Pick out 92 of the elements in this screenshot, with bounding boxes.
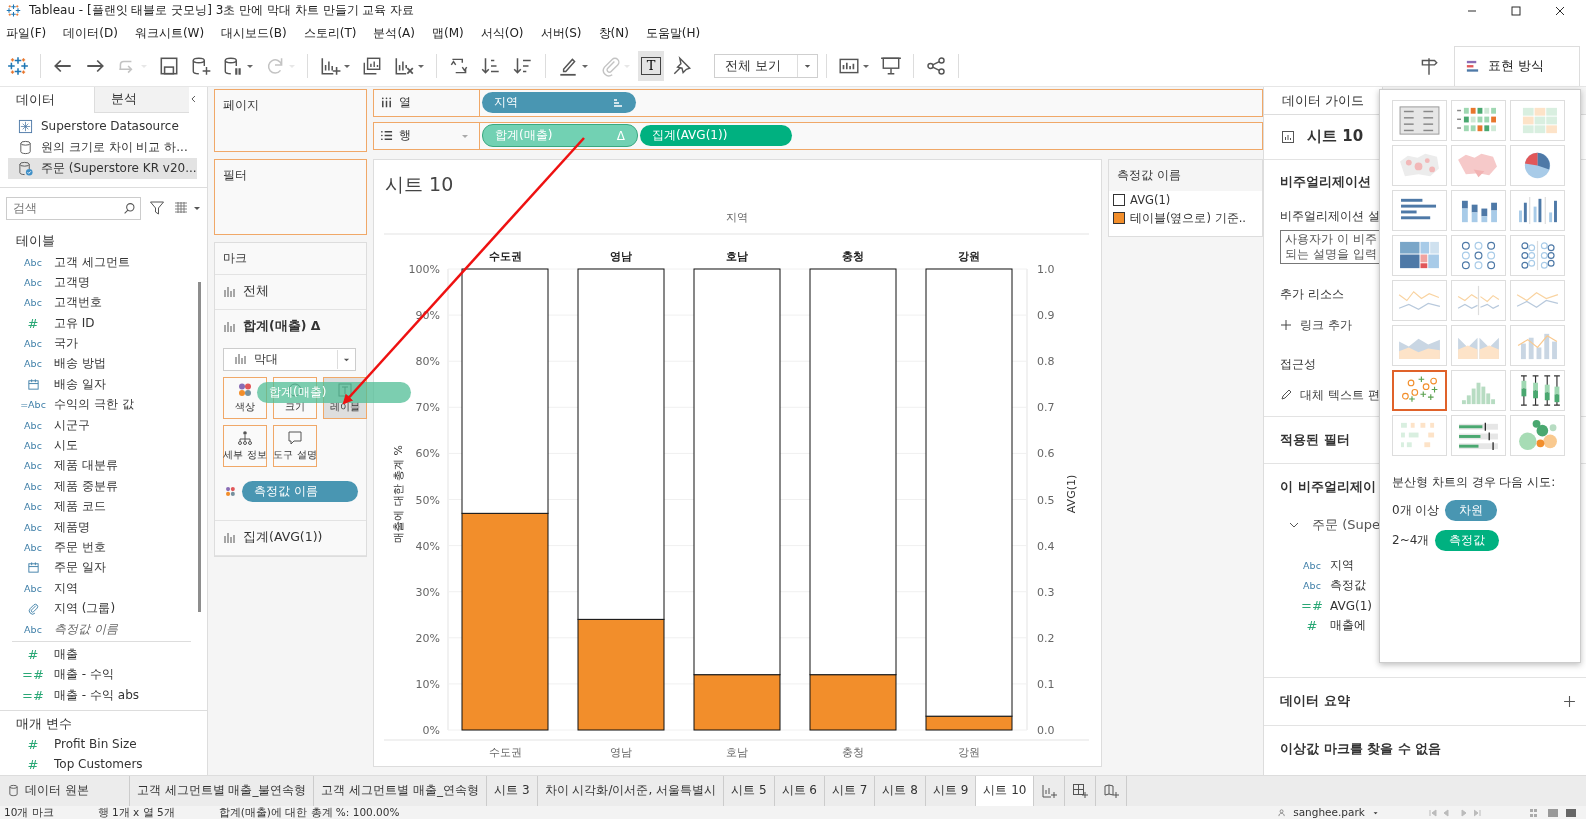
section-heading: 비주얼리제이션	[1280, 172, 1371, 191]
requirement-count: 0개 이상	[1392, 502, 1440, 519]
field-type-icon: #	[18, 736, 48, 752]
hint-text: 분산형 차트의 경우 다음 시도:	[1392, 474, 1557, 491]
section-heading: 매개 변수	[15, 714, 74, 733]
field-type-icon: Abc	[1300, 560, 1324, 572]
field-type-icon: #	[18, 315, 48, 331]
field-type-icon: Abc	[18, 480, 48, 492]
axis-tick-label: 50%	[415, 493, 440, 507]
field-type-icon: Abc	[18, 501, 48, 513]
axis-tick-label: 60%	[415, 447, 440, 461]
status-text: 10개 마크	[4, 806, 54, 819]
header-title: 지역	[726, 210, 748, 224]
axis-tick-label: 30%	[415, 585, 440, 599]
field-type-icon: #	[18, 646, 48, 662]
field-type-icon: Abc	[18, 541, 48, 553]
column-header: 강원	[958, 249, 980, 263]
subheading: 접근성	[1280, 355, 1316, 373]
status-text: 행 1개 x 열 5개	[97, 806, 175, 819]
drag-preview-tooltip: 합계(매출)	[257, 382, 411, 403]
status-text: 합계(매출)에 대한 총계 %: 100.00%	[218, 806, 400, 819]
axis-tick-label: 1.0	[1037, 262, 1055, 276]
field-type-icon: Abc	[18, 623, 48, 635]
sheet-name: 시트 10	[1307, 127, 1364, 147]
field-type-icon: Abc	[18, 419, 48, 431]
field-item: Abc 측정값	[1280, 575, 1366, 596]
field-item: Abc 지역	[1280, 555, 1354, 576]
field-type-icon: Abc	[18, 276, 48, 288]
axis-tick-label: 10%	[415, 677, 440, 691]
axis-tick-label: 0.0	[1037, 723, 1055, 737]
axis-tick-label: 20%	[415, 631, 440, 645]
axis-tick-label: 0.3	[1037, 585, 1055, 599]
field-type-icon: Abc	[18, 582, 48, 594]
field-type-icon: Abc	[18, 440, 48, 451]
field-type-icon: Abc	[18, 521, 48, 533]
section-heading: 테이블	[15, 231, 56, 250]
axis-tick-label: 0.4	[1037, 539, 1055, 553]
column-header: 영남	[610, 249, 632, 263]
axis-tick-label: 0.5	[1037, 493, 1055, 507]
field-type-icon: #	[1300, 618, 1324, 634]
category-label: 수도권	[488, 745, 522, 759]
field-item: =# AVG(1)	[1299, 597, 1372, 616]
axis-tick-label: 0.2	[1037, 631, 1055, 645]
axis-tick-label: 0.1	[1037, 677, 1055, 691]
column-header: 충청	[842, 249, 864, 263]
text-icon: T	[641, 56, 661, 75]
section-heading: 데이터 요약	[1280, 692, 1350, 711]
requirement-pill: 측정값	[1435, 530, 1500, 551]
legend-label: 테이블(옆으로) 기준..	[1130, 210, 1246, 226]
requirement-pill: 차원	[1445, 500, 1498, 521]
field-type-icon: #	[18, 756, 48, 772]
field-type-icon: =Abc	[18, 399, 48, 411]
column-header: 호남	[726, 249, 748, 263]
field-type-icon: Abc	[18, 297, 48, 309]
field-type-icon: =#	[18, 687, 48, 703]
legend-title: 측정값 이름	[1109, 159, 1262, 191]
field-type-icon: Abc	[18, 256, 48, 268]
category-label: 충청	[842, 745, 864, 759]
section-heading: 이 비주얼리제이	[1280, 477, 1376, 496]
field-label: 비주얼리제이션 설	[1280, 207, 1380, 225]
shelf-label: 열	[399, 94, 411, 112]
field-type-icon: Abc	[18, 358, 48, 370]
subheading: 추가 리소스	[1280, 285, 1344, 303]
axis-tick-label: 100%	[408, 262, 440, 276]
window-title: Tableau - [플랜잇 태블로 굿모닝] 3초 만에 막대 차트 만들기 교육 자료	[29, 2, 415, 20]
shelf-label: 행	[399, 127, 411, 145]
axis-tick-label: 80%	[415, 355, 440, 368]
column-header: 수도권	[488, 249, 522, 263]
axis-tick-label: 0.7	[1037, 401, 1055, 415]
category-label: 강원	[958, 745, 980, 759]
category-label: 영남	[610, 745, 632, 759]
axis-tick-label: 0.8	[1037, 355, 1055, 368]
field-type-icon: Abc	[18, 338, 48, 350]
axis-tick-label: 40%	[415, 539, 440, 553]
axis-title: AVG(1)	[1065, 474, 1078, 514]
section-heading: 적용된 필터	[1280, 430, 1350, 449]
legend-label: AVG(1)	[1130, 192, 1171, 207]
field-type-icon: =#	[1300, 598, 1324, 614]
axis-tick-label: 0.9	[1037, 308, 1055, 322]
field-type-icon: Abc	[1300, 580, 1324, 592]
field-type-icon: Abc	[18, 460, 48, 472]
card-title: 마크	[215, 242, 366, 275]
axis-tick-label: 70%	[415, 401, 440, 415]
sheet-title: 시트 10	[384, 171, 455, 197]
category-label: 호남	[726, 745, 748, 759]
axis-tick-label: 0%	[422, 723, 440, 737]
field-item: # 매출에	[1280, 615, 1366, 636]
axis-tick-label: 0.6	[1037, 447, 1055, 461]
section-heading: 이상값 마크를 찾을 수 없음	[1280, 740, 1442, 756]
axis-title: 매출에 대한 총계 %	[392, 444, 405, 543]
requirement-count: 2~4개	[1392, 532, 1430, 549]
field-type-icon: =#	[18, 667, 48, 683]
